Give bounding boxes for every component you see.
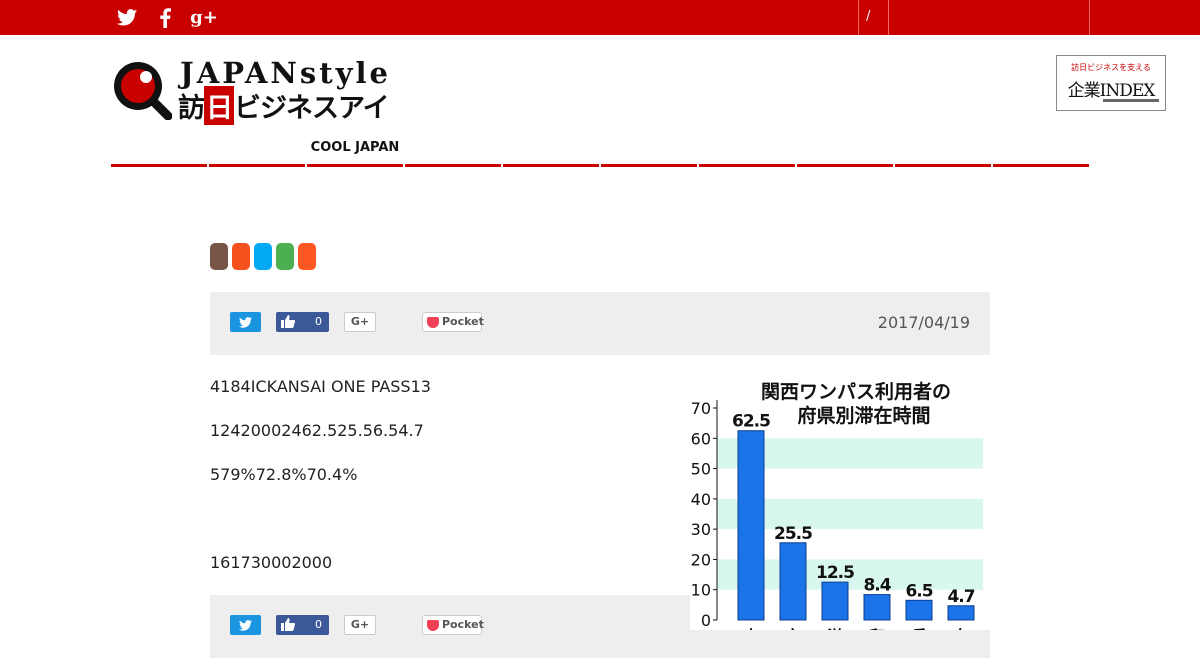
tag-chip[interactable] bbox=[232, 243, 250, 270]
chart-data-label: 12.5 bbox=[816, 563, 854, 583]
topbar-divider bbox=[888, 0, 889, 35]
chart-data-label: 62.5 bbox=[732, 412, 770, 432]
logo-mark-icon bbox=[114, 62, 172, 120]
twitter-icon bbox=[239, 619, 252, 631]
article-paragraph: 4184ICKANSAI ONE PASS13 bbox=[210, 377, 431, 396]
article-paragraph: 579%72.8%70.4% bbox=[210, 465, 358, 484]
chart-bar bbox=[905, 599, 933, 621]
like-count: 0 bbox=[315, 315, 322, 328]
facebook-like-button[interactable]: 0 bbox=[276, 312, 329, 332]
top-bar: g+ / bbox=[0, 0, 1200, 35]
chart-data-label: 8.4 bbox=[863, 576, 891, 596]
nav-item-cool-japan[interactable]: COOL JAPAN bbox=[307, 135, 403, 167]
chart-data-label: 6.5 bbox=[905, 581, 932, 601]
pocket-button[interactable]: Pocket bbox=[422, 615, 484, 635]
pocket-icon bbox=[427, 317, 439, 328]
chart-data-label: 25.5 bbox=[774, 524, 812, 544]
facebook-like-button[interactable]: 0 bbox=[276, 615, 329, 635]
chart-y-tick-label: 50 bbox=[691, 460, 711, 479]
tag-chip[interactable] bbox=[254, 243, 272, 270]
twitter-icon[interactable] bbox=[114, 0, 140, 35]
index-banner-title: 企業INDEX bbox=[1067, 81, 1156, 101]
thumbs-up-icon bbox=[281, 315, 295, 328]
chart-y-tick-label: 40 bbox=[691, 490, 711, 509]
company-index-banner[interactable]: 訪日ビジネスを支える 企業INDEX bbox=[1056, 55, 1166, 111]
article-chart: 関西ワンパス利用者の府県別滞在時間01020304050607062.5大25.… bbox=[690, 372, 990, 646]
nav-item[interactable] bbox=[405, 135, 501, 167]
nav-item[interactable] bbox=[503, 135, 599, 167]
chart-bar bbox=[947, 605, 975, 621]
google-plus-icon[interactable]: g+ bbox=[190, 0, 218, 35]
pocket-icon bbox=[427, 620, 439, 631]
share-bar-top: 0 G+ Pocket 2017/04/19 bbox=[210, 292, 990, 355]
nav-item[interactable] bbox=[601, 135, 697, 167]
thumbs-up-icon bbox=[281, 618, 295, 631]
nav-item[interactable] bbox=[209, 135, 305, 167]
tag-chip[interactable] bbox=[276, 243, 294, 270]
chart-title-line: 府県別滞在時間 bbox=[797, 404, 930, 427]
twitter-icon bbox=[239, 316, 252, 328]
nav-item[interactable] bbox=[111, 135, 207, 167]
pocket-button[interactable]: Pocket bbox=[422, 312, 484, 332]
tweet-button[interactable] bbox=[230, 312, 261, 332]
nav-item[interactable] bbox=[993, 135, 1089, 167]
chart-title-line: 関西ワンパス利用者の bbox=[761, 381, 951, 403]
article-paragraph: 161730002000 bbox=[210, 553, 333, 572]
logo-text-en: JAPANstyle bbox=[180, 56, 391, 90]
tag-chips bbox=[210, 243, 316, 270]
like-count: 0 bbox=[315, 618, 322, 631]
pocket-label: Pocket bbox=[442, 315, 484, 328]
chart-y-tick-label: 30 bbox=[691, 520, 711, 539]
index-banner-subtitle: 訪日ビジネスを支える bbox=[1071, 63, 1151, 72]
index-banner-bar bbox=[1103, 99, 1159, 102]
main-nav: COOL JAPAN bbox=[110, 135, 1090, 167]
site-logo[interactable]: JAPANstyle 訪日ビジネスアイ bbox=[110, 56, 415, 125]
chart-y-tick-label: 70 bbox=[691, 399, 711, 418]
article-paragraph: 12420002462.525.56.54.7 bbox=[210, 421, 424, 440]
tag-chip[interactable] bbox=[210, 243, 228, 270]
chart-bar bbox=[779, 542, 807, 621]
chart-bar bbox=[821, 581, 849, 621]
tweet-button[interactable] bbox=[230, 615, 261, 635]
topbar-divider bbox=[858, 0, 859, 35]
google-plus-share-button[interactable]: G+ bbox=[344, 615, 376, 635]
chart-bar bbox=[737, 430, 765, 621]
nav-item[interactable] bbox=[797, 135, 893, 167]
tag-chip[interactable] bbox=[298, 243, 316, 270]
chart-y-tick-label: 60 bbox=[691, 429, 711, 448]
nav-item-label: COOL JAPAN bbox=[310, 140, 400, 155]
chart-y-tick-label: 20 bbox=[691, 550, 711, 569]
pocket-label: Pocket bbox=[442, 618, 484, 631]
chart-y-tick-label: 10 bbox=[691, 581, 711, 600]
chart-y-tick-label: 0 bbox=[701, 611, 711, 630]
publish-date: 2017/04/19 bbox=[877, 313, 970, 332]
stay-time-bar-chart: 関西ワンパス利用者の府県別滞在時間01020304050607062.5大25.… bbox=[691, 381, 983, 646]
google-plus-share-button[interactable]: G+ bbox=[344, 312, 376, 332]
chart-bar bbox=[863, 594, 891, 621]
topbar-divider bbox=[1089, 0, 1090, 35]
google-plus-text: g+ bbox=[190, 7, 218, 28]
chart-data-label: 4.7 bbox=[947, 587, 974, 607]
logo-text-jp: 訪日ビジネスアイ bbox=[178, 86, 390, 125]
facebook-icon[interactable] bbox=[156, 0, 174, 35]
nav-item[interactable] bbox=[699, 135, 795, 167]
topbar-separator: / bbox=[866, 9, 871, 24]
nav-item[interactable] bbox=[895, 135, 991, 167]
